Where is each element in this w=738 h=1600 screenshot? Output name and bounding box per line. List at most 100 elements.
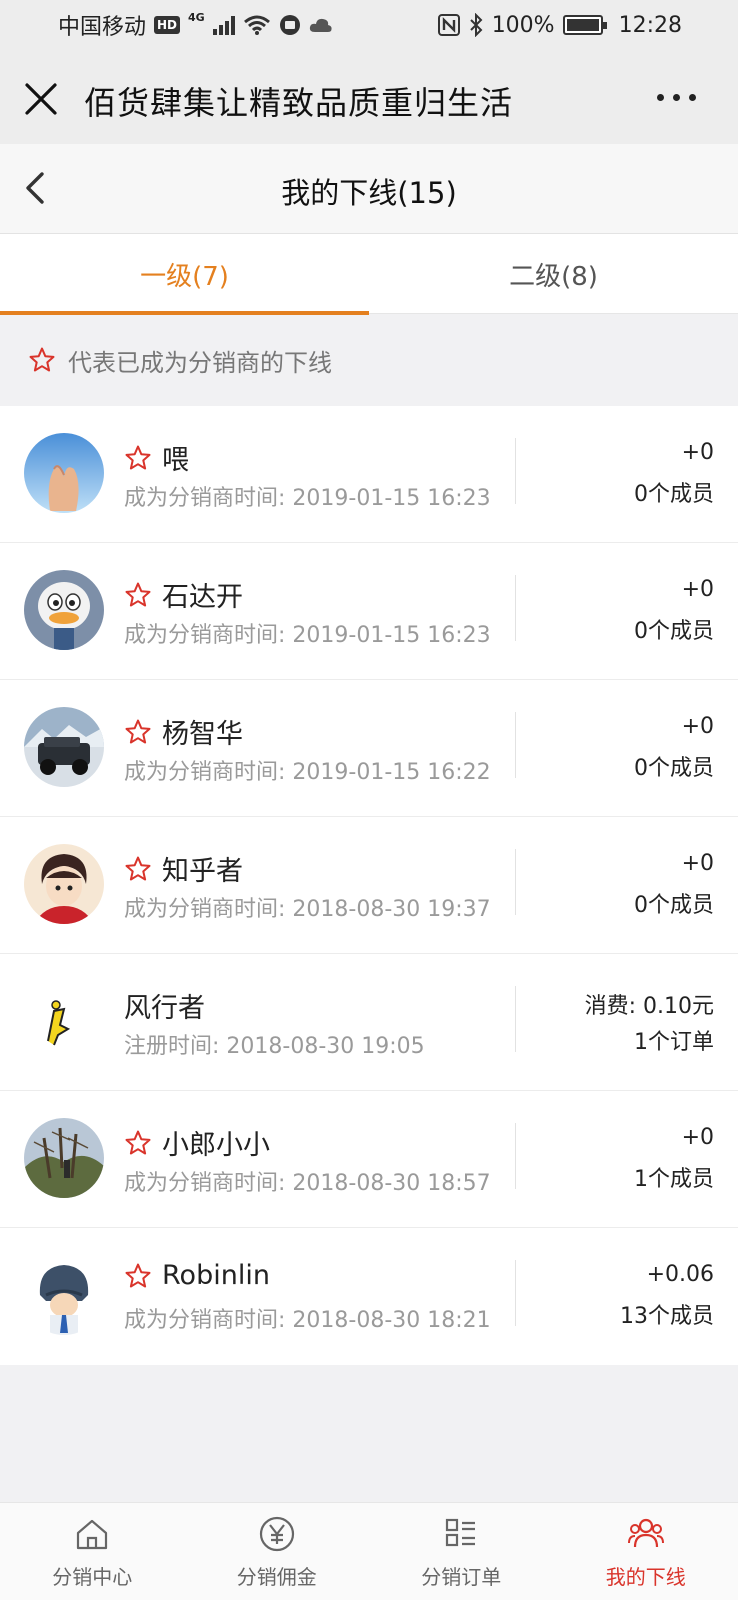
member-name: 小郎小小: [162, 1130, 270, 1161]
divider: [515, 438, 516, 504]
security-icon: [279, 15, 300, 35]
yen-icon: [259, 1516, 294, 1552]
nav-orders[interactable]: 分销订单: [369, 1503, 554, 1600]
nav-my-downline[interactable]: 我的下线: [554, 1503, 738, 1600]
member-time: 成为分销商时间: 2018-08-30 18:21: [124, 1308, 491, 1333]
hd-badge: HD: [154, 16, 181, 34]
nav-label: 分销中心: [52, 1565, 133, 1589]
member-time: 成为分销商时间: 2018-08-30 18:57: [124, 1171, 491, 1196]
star-icon: [125, 856, 151, 880]
member-name: Robinlin: [162, 1260, 270, 1291]
member-time: 成为分销商时间: 2019-01-15 16:23: [124, 486, 491, 511]
avatar: [24, 1255, 104, 1335]
member-earnings: +0: [681, 1125, 714, 1150]
divider: [515, 1260, 516, 1326]
member-list: 喂 成为分销商时间: 2019-01-15 16:23 +0 0个成员 石达开 …: [0, 406, 738, 1365]
star-icon: [125, 582, 151, 606]
avatar: [24, 570, 104, 650]
nav-label: 我的下线: [605, 1565, 686, 1589]
member-earnings: +0: [681, 714, 714, 739]
avatar: [24, 433, 104, 513]
member-name: 喂: [162, 445, 189, 476]
member-earnings: +0: [681, 440, 714, 465]
member-count: 0个成员: [634, 893, 714, 918]
member-name: 石达开: [162, 582, 243, 613]
member-name: 风行者: [124, 993, 205, 1024]
battery-percent: 100%: [491, 12, 555, 38]
divider: [515, 1123, 516, 1189]
member-name: 杨智华: [162, 719, 243, 750]
avatar: [24, 707, 104, 787]
name-line: 小郎小小: [124, 1123, 270, 1162]
wifi-icon: [243, 15, 270, 35]
title-bar: 佰货肆集让精致品质重归生活: [0, 50, 738, 144]
member-orders: 1个订单: [634, 1030, 714, 1055]
divider: [515, 849, 516, 915]
name-line: 石达开: [124, 575, 243, 614]
member-count: 0个成员: [634, 756, 714, 781]
nfc-icon: [437, 14, 460, 36]
sub-header: 我的下线(15): [0, 144, 738, 234]
star-icon: [29, 347, 55, 372]
divider: [515, 575, 516, 641]
star-icon: [125, 1130, 151, 1154]
level-tabs: 一级(7) 二级(8): [0, 234, 738, 315]
member-spending: 消费: 0.10元: [584, 994, 714, 1019]
orders-icon: [446, 1518, 476, 1547]
status-right: 100% 12:28: [437, 12, 682, 38]
member-earnings: +0: [681, 851, 714, 876]
bluetooth-icon: [469, 13, 483, 37]
list-item[interactable]: 风行者 注册时间: 2018-08-30 19:05 消费: 0.10元 1个订…: [0, 954, 738, 1091]
member-count: 0个成员: [634, 482, 714, 507]
network-label: 4G: [188, 10, 205, 24]
bottom-nav: 分销中心 分销佣金 分销订单 我的下线: [0, 1502, 738, 1600]
close-icon[interactable]: [24, 82, 58, 116]
member-name: 知乎者: [162, 856, 243, 887]
divider: [515, 712, 516, 778]
status-left: 中国移动 HD 4G: [58, 9, 333, 41]
cloud-icon: [309, 18, 332, 32]
member-time: 成为分销商时间: 2018-08-30 19:37: [124, 897, 491, 922]
page-title: 佰货肆集让精致品质重归生活: [84, 84, 514, 122]
list-item[interactable]: 喂 成为分销商时间: 2019-01-15 16:23 +0 0个成员: [0, 406, 738, 543]
member-time: 注册时间: 2018-08-30 19:05: [124, 1034, 425, 1059]
sub-title: 我的下线(15): [281, 176, 457, 210]
member-count: 0个成员: [634, 619, 714, 644]
avatar: [24, 844, 104, 924]
list-item[interactable]: 知乎者 成为分销商时间: 2018-08-30 19:37 +0 0个成员: [0, 817, 738, 954]
tab-level-2[interactable]: 二级(8): [369, 234, 738, 314]
list-item[interactable]: 石达开 成为分销商时间: 2019-01-15 16:23 +0 0个成员: [0, 543, 738, 680]
avatar: [24, 1118, 104, 1198]
star-icon: [125, 1263, 151, 1287]
name-line: Robinlin: [124, 1260, 270, 1291]
list-item[interactable]: 杨智华 成为分销商时间: 2019-01-15 16:22 +0 0个成员: [0, 680, 738, 817]
member-time: 成为分销商时间: 2019-01-15 16:23: [124, 623, 491, 648]
member-count: 13个成员: [620, 1304, 714, 1329]
avatar: [24, 981, 104, 1061]
nav-distribution-center[interactable]: 分销中心: [0, 1503, 185, 1600]
member-earnings: +0: [681, 577, 714, 602]
list-item[interactable]: 小郎小小 成为分销商时间: 2018-08-30 18:57 +0 1个成员: [0, 1091, 738, 1228]
list-item[interactable]: Robinlin 成为分销商时间: 2018-08-30 18:21 +0.06…: [0, 1228, 738, 1365]
member-earnings: +0.06: [646, 1262, 714, 1287]
status-bar: 中国移动 HD 4G 100% 12:28: [0, 0, 738, 50]
signal-icon: [212, 15, 235, 35]
legend-notice: 代表已成为分销商的下线: [0, 320, 738, 400]
more-icon[interactable]: [657, 94, 696, 101]
carrier-label: 中国移动: [58, 15, 147, 40]
tab-level-1[interactable]: 一级(7): [0, 234, 369, 315]
member-count: 1个成员: [634, 1167, 714, 1192]
nav-label: 分销订单: [421, 1565, 502, 1589]
name-line: 风行者: [124, 986, 205, 1025]
clock: 12:28: [618, 12, 682, 38]
notice-text: 代表已成为分销商的下线: [68, 348, 332, 377]
home-icon: [77, 1519, 108, 1550]
nav-label: 分销佣金: [236, 1565, 317, 1589]
divider: [515, 986, 516, 1052]
name-line: 喂: [124, 438, 189, 477]
member-time: 成为分销商时间: 2019-01-15 16:22: [124, 760, 491, 785]
name-line: 知乎者: [124, 849, 243, 888]
star-icon: [125, 719, 151, 743]
name-line: 杨智华: [124, 712, 243, 751]
nav-commission[interactable]: 分销佣金: [185, 1503, 370, 1600]
